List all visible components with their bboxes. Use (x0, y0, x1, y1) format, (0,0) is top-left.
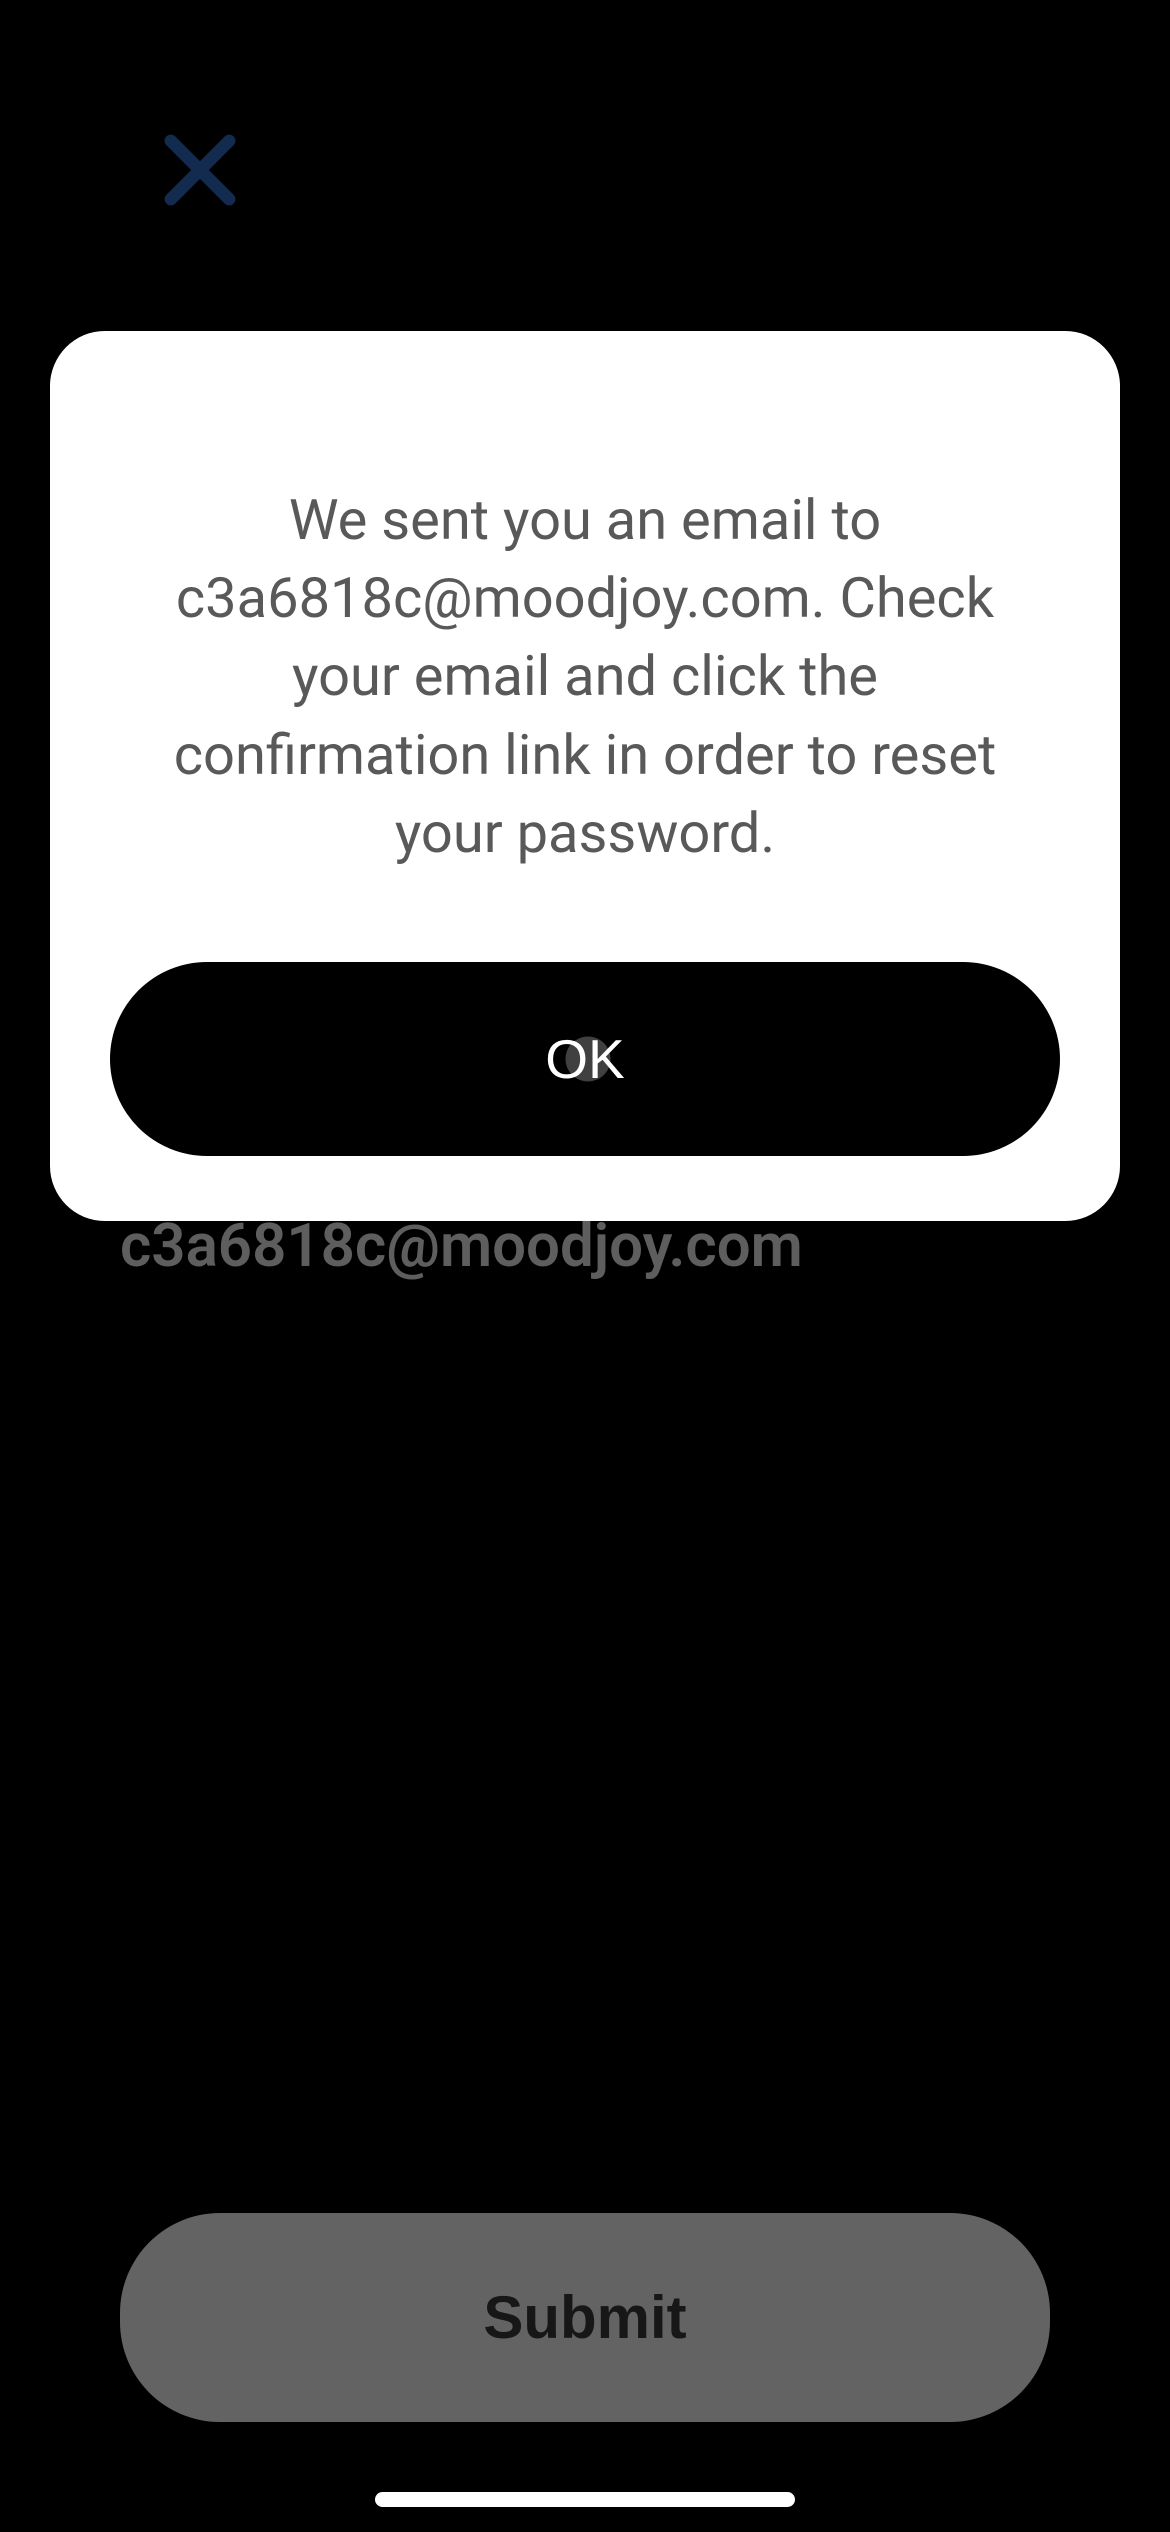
touch-indicator-icon (565, 1037, 610, 1082)
confirmation-modal: We sent you an email to c3a6818c@moodjoy… (50, 331, 1120, 1222)
home-indicator[interactable] (375, 2492, 795, 2507)
modal-overlay: We sent you an email to c3a6818c@moodjoy… (0, 0, 1170, 2532)
modal-message: We sent you an email to c3a6818c@moodjoy… (110, 481, 1060, 873)
ok-button[interactable]: OK (110, 962, 1060, 1156)
